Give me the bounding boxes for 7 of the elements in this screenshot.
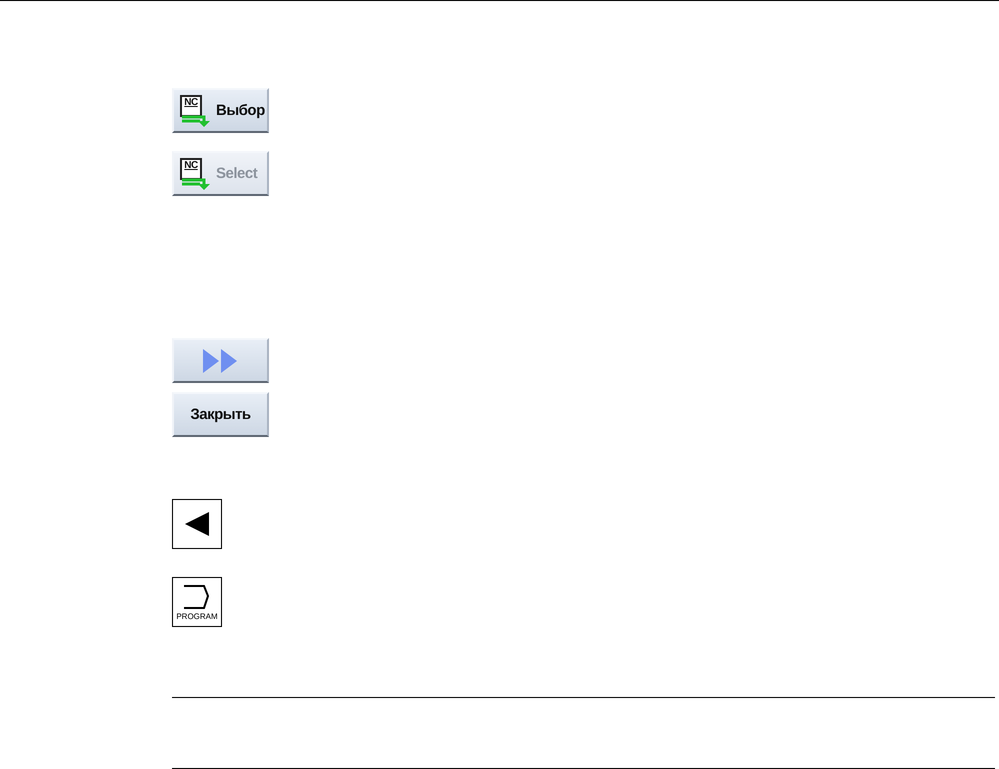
left-triangle-icon — [185, 512, 209, 536]
forward-softkey[interactable] — [172, 338, 269, 383]
close-softkey[interactable]: Закрыть — [172, 392, 269, 437]
program-bracket-icon — [182, 584, 212, 610]
program-key[interactable]: PROGRAM — [172, 577, 222, 627]
back-key[interactable] — [172, 499, 222, 549]
nc-select-softkey[interactable]: NC Выбор — [172, 88, 269, 133]
